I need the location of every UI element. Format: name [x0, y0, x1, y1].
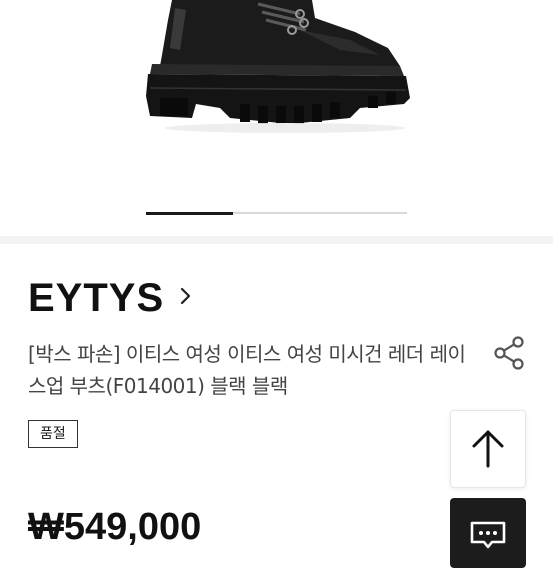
arrow-up-icon	[472, 430, 504, 468]
section-divider	[0, 236, 553, 244]
scroll-top-button[interactable]	[450, 410, 526, 488]
chat-button[interactable]	[450, 498, 526, 568]
product-image-gallery[interactable]	[0, 0, 553, 236]
brand-name: EYTYS	[28, 275, 165, 320]
product-title: [박스 파손] 이티스 여성 이티스 여성 미시건 레더 레이스업 부츠(F01…	[28, 342, 466, 398]
boot-image	[146, 0, 410, 133]
share-button[interactable]	[490, 334, 528, 372]
gallery-pager-active	[146, 211, 233, 215]
brand-link[interactable]: EYTYS	[28, 276, 192, 320]
product-price: ₩549,000	[28, 506, 202, 548]
chat-bubble-icon	[470, 521, 506, 549]
share-icon	[494, 336, 524, 370]
gallery-pager	[146, 211, 407, 215]
chevron-right-icon	[180, 286, 192, 310]
sold-out-badge: 품절	[28, 420, 78, 448]
